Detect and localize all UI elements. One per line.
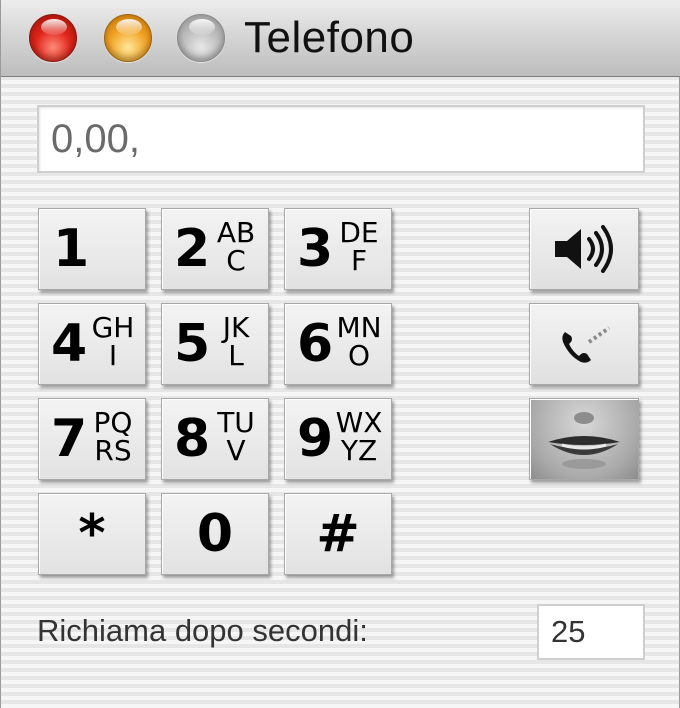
- key-2[interactable]: 2 AB C: [161, 208, 269, 290]
- key-letters: AB C: [208, 219, 264, 275]
- key-8[interactable]: 8 TU V: [161, 398, 269, 480]
- key-letters-bottom: RS: [94, 434, 132, 467]
- key-digit: 6: [297, 314, 334, 374]
- key-0[interactable]: 0: [161, 493, 269, 575]
- key-3[interactable]: 3 DE F: [284, 208, 392, 290]
- call-button[interactable]: [529, 303, 639, 385]
- key-digit: *: [78, 504, 106, 564]
- key-letters: DE F: [331, 219, 387, 275]
- key-letters: TU V: [208, 409, 264, 465]
- key-digit: 9: [297, 409, 334, 469]
- key-letters-top: WX: [335, 406, 383, 439]
- phone-handset-icon: [562, 326, 611, 363]
- key-5[interactable]: 5 JK L: [161, 303, 269, 385]
- key-letters: JK L: [208, 314, 264, 370]
- minimize-window-button[interactable]: [104, 14, 152, 62]
- key-letters-bottom: YZ: [340, 434, 378, 467]
- key-letters-top: TU: [217, 406, 255, 439]
- voice-button[interactable]: [529, 398, 639, 480]
- key-1[interactable]: 1: [38, 208, 146, 290]
- key-4[interactable]: 4 GH I: [38, 303, 146, 385]
- key-letters-top: GH: [91, 311, 135, 344]
- key-digit: 2: [174, 219, 211, 279]
- zoom-window-button[interactable]: [177, 14, 225, 62]
- window-title: Telefono: [244, 13, 415, 62]
- speaker-button[interactable]: [529, 208, 639, 290]
- key-letters-bottom: F: [350, 244, 368, 277]
- key-letters-top: AB: [216, 216, 256, 249]
- key-letters: MN O: [331, 314, 387, 370]
- key-digit: 0: [196, 504, 234, 564]
- key-digit: 4: [51, 314, 88, 374]
- key-letters-bottom: I: [108, 339, 118, 372]
- key-digit: #: [316, 504, 360, 564]
- key-7[interactable]: 7 PQ RS: [38, 398, 146, 480]
- key-letters: PQ RS: [85, 409, 141, 465]
- close-window-button[interactable]: [29, 14, 77, 62]
- key-letters-top: JK: [222, 311, 250, 344]
- key-letters-top: MN: [336, 311, 382, 344]
- key-letters-bottom: L: [228, 339, 244, 372]
- key-9[interactable]: 9 WX YZ: [284, 398, 392, 480]
- phone-window: Telefono 1 2 AB C 3 DE F 4 GH I 5 JK L: [0, 0, 680, 708]
- key-digit: 8: [174, 409, 211, 469]
- mouth-icon: [548, 412, 620, 469]
- recall-seconds-field[interactable]: [539, 606, 643, 658]
- key-hash[interactable]: #: [284, 493, 392, 575]
- title-bar[interactable]: Telefono: [1, 0, 680, 77]
- number-display: [37, 105, 645, 173]
- key-digit: 5: [174, 314, 211, 374]
- key-letters-bottom: O: [347, 339, 371, 372]
- number-display-field[interactable]: [39, 107, 643, 171]
- speaker-icon: [555, 225, 613, 273]
- key-letters: GH I: [85, 314, 141, 370]
- key-digit: 3: [297, 219, 334, 279]
- key-star[interactable]: *: [38, 493, 146, 575]
- key-digit: 7: [51, 409, 88, 469]
- recall-seconds-box: [537, 604, 645, 660]
- key-letters-bottom: C: [226, 244, 246, 277]
- recall-label: Richiama dopo secondi:: [37, 613, 368, 648]
- key-digit: 1: [53, 219, 90, 279]
- key-letters-bottom: V: [226, 434, 246, 467]
- key-6[interactable]: 6 MN O: [284, 303, 392, 385]
- key-letters-top: PQ: [93, 406, 133, 439]
- key-letters-top: DE: [339, 216, 379, 249]
- key-letters: WX YZ: [331, 409, 387, 465]
